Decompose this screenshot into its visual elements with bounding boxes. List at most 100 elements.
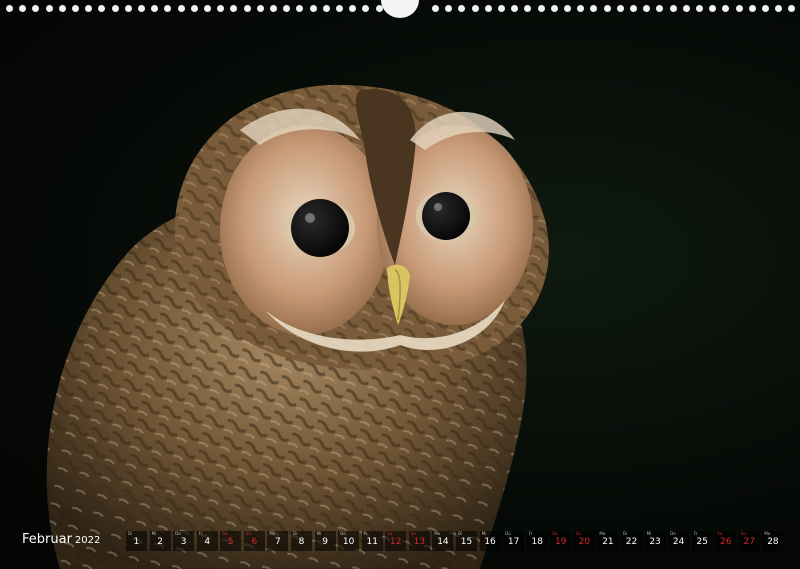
binding-dot (230, 5, 238, 12)
weekday-label: Fr (363, 531, 368, 536)
binding-dot (375, 5, 383, 12)
day-cell: Mi 16 (479, 531, 501, 551)
weekday-label: Mo (269, 531, 276, 536)
binding-dot (336, 5, 343, 12)
day-cell: Fr 11 (361, 531, 383, 551)
owl-photo (46, 84, 549, 569)
day-cell: Do 10 (338, 531, 360, 551)
binding-dot (669, 5, 677, 12)
binding-dot (498, 5, 505, 12)
binding-dot (709, 5, 717, 12)
day-number: 21 (602, 537, 614, 547)
binding-dot (270, 5, 277, 12)
binding-dot (151, 5, 159, 12)
binding-dot (616, 5, 624, 12)
weekday-label: Do (175, 531, 181, 536)
binding-dot (484, 5, 492, 12)
weekday-label: Mo (764, 531, 771, 536)
weekday-label: Di (128, 531, 133, 536)
day-cell: So 20 (573, 531, 595, 551)
weekday-label: Mo (599, 531, 606, 536)
day-number: 9 (322, 537, 328, 547)
day-cell: Mi 2 (149, 531, 171, 551)
binding-dot (788, 5, 796, 12)
binding-dot (204, 5, 211, 12)
weekday-label: Sa (717, 531, 723, 536)
day-number: 18 (531, 537, 543, 547)
day-number: 25 (696, 537, 708, 547)
owl-right-eye (422, 192, 470, 240)
binding-dot (682, 5, 690, 12)
day-number: 12 (390, 537, 402, 547)
binding-dot (256, 5, 264, 12)
binding-dot (537, 5, 545, 12)
weekday-label: Mi (481, 531, 487, 536)
binding-dot (564, 5, 571, 12)
binding-dot (283, 5, 291, 12)
binding-dot (735, 5, 743, 12)
day-number: 7 (275, 537, 281, 547)
weekday-label: So (575, 531, 581, 536)
month-name: Februar (22, 532, 72, 547)
day-cell: Sa 26 (715, 531, 737, 551)
weekday-label: Di (623, 531, 628, 536)
binding-dot (362, 5, 370, 12)
day-number: 6 (251, 537, 258, 547)
binding-dot (296, 5, 304, 12)
day-number: 20 (578, 537, 591, 547)
day-number: 27 (743, 537, 756, 547)
owl-left-eye (291, 199, 349, 257)
binding-dot (445, 5, 453, 12)
weekday-label: Di (458, 531, 463, 536)
day-cell: Fr 18 (526, 531, 548, 551)
day-cell: Di 8 (291, 531, 312, 551)
day-number: 3 (180, 537, 187, 547)
binding-dot (775, 5, 783, 12)
binding-dot (696, 5, 703, 12)
binding-dot (322, 5, 330, 12)
day-cell: Mi 9 (314, 531, 336, 551)
binding-dot (32, 5, 40, 12)
weekday-label: Di (293, 531, 298, 536)
calendar-page: Februar 2022 Di 1 Mi 2 Do 3 Fr 4 Sa 5 So 6 Mo 7 Di 8 Mi 9 D… (0, 0, 800, 569)
day-cell: Sa 12 (385, 531, 407, 551)
day-cell: Sa 19 (550, 531, 572, 551)
binding-dot (72, 5, 79, 12)
binding-dot (164, 5, 172, 12)
binding-dot (577, 5, 585, 12)
day-cell: So 6 (243, 531, 265, 551)
binding-dot (45, 5, 53, 12)
binding-dot (138, 5, 145, 12)
binding-dot (349, 5, 357, 12)
day-cell: Mi 23 (644, 531, 666, 551)
day-cell: Do 17 (503, 531, 525, 551)
binding-dot (6, 5, 13, 12)
binding-dot (550, 5, 558, 12)
day-number: 23 (649, 537, 661, 547)
day-cell: Fr 25 (691, 531, 713, 551)
month-calendar-strip: Februar 2022 Di 1 Mi 2 Do 3 Fr 4 Sa 5 So 6 Mo 7 Di 8 Mi 9 D… (0, 528, 800, 554)
binding-dot (432, 5, 439, 12)
binding-dot (643, 5, 651, 12)
day-cell: Di 1 (126, 531, 147, 551)
binding-dot (190, 5, 198, 12)
day-cell: Mo 7 (267, 531, 289, 551)
day-number: 22 (625, 537, 638, 547)
binding-dot (217, 5, 225, 12)
spiral-binding (0, 0, 800, 20)
binding-dot (111, 5, 119, 12)
day-cell: Do 24 (668, 531, 690, 551)
weekday-label: Sa (387, 531, 393, 536)
weekday-label: So (245, 531, 251, 536)
binding-dot (85, 5, 93, 12)
binding-dot (458, 5, 466, 12)
weekday-label: Mi (151, 531, 157, 536)
weekday-label: Sa (552, 531, 558, 536)
day-number: 10 (342, 537, 355, 547)
binding-dot (630, 5, 637, 12)
binding-dot (762, 5, 769, 12)
day-number: 19 (555, 537, 567, 547)
day-cell: Di 22 (621, 531, 642, 551)
day-cell: Sa 5 (220, 531, 242, 551)
day-number: 28 (767, 537, 779, 547)
